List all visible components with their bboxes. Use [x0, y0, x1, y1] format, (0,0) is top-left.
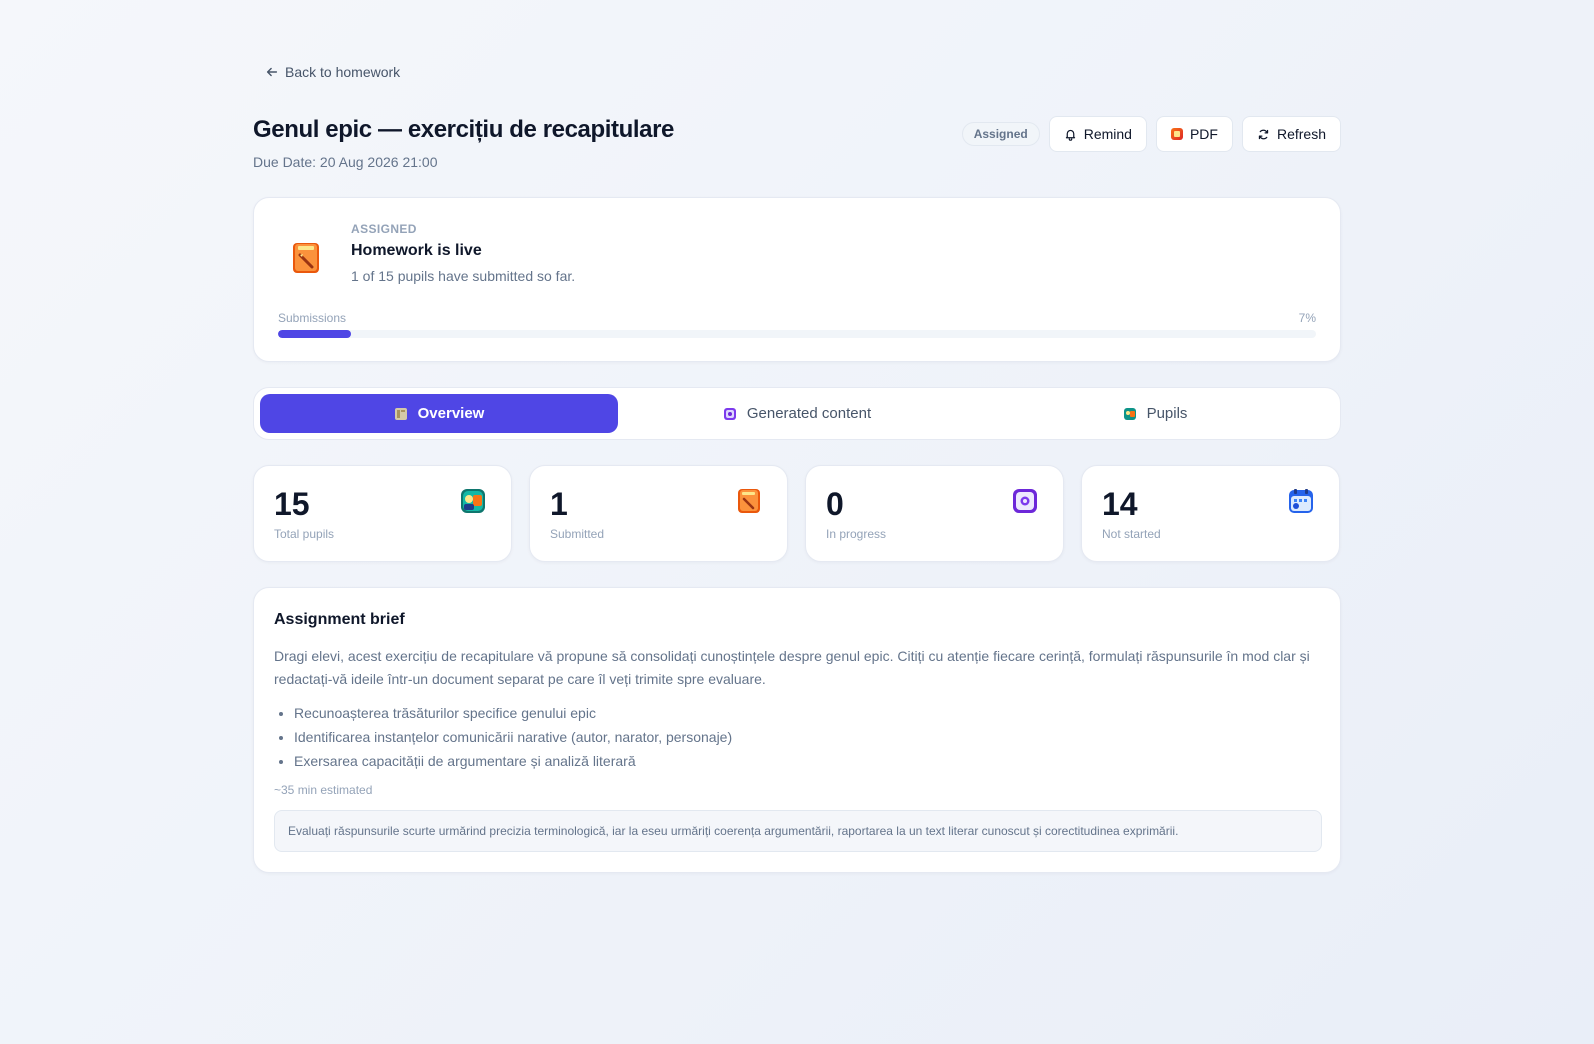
refresh-button[interactable]: Refresh: [1241, 116, 1341, 152]
progress-fill: [278, 330, 351, 338]
page-title: Genul epic — exercițiu de recapitulare: [253, 116, 674, 143]
stat-total-pupils: 15 Total pupils: [253, 465, 512, 562]
tab-overview[interactable]: Overview: [260, 394, 618, 433]
progress-label: Submissions: [278, 311, 347, 325]
assignment-brief-card: Assignment brief Dragi elevi, acest exer…: [253, 587, 1341, 873]
tab-pupils-label: Pupils: [1146, 405, 1188, 422]
in-progress-icon: [1013, 489, 1037, 513]
status-subtext: 1 of 15 pupils have submitted so far.: [351, 268, 576, 284]
stat-label: Submitted: [550, 527, 605, 541]
stat-in-progress: 0 In progress: [805, 465, 1064, 562]
progress-track: [278, 330, 1316, 338]
homework-doc-icon: [293, 243, 319, 273]
pupils-icon: [1123, 407, 1136, 420]
stat-value: 15: [274, 486, 310, 522]
list-item: Identificarea instanțelor comunicării na…: [294, 725, 732, 749]
status-badge: Assigned: [961, 122, 1040, 146]
remind-button[interactable]: Remind: [1048, 116, 1147, 152]
stat-not-started: 14 Not started: [1081, 465, 1340, 562]
sparkle-box-icon: [723, 407, 736, 420]
due-date: Due Date: 20 Aug 2026 21:00: [253, 154, 438, 170]
remind-label: Remind: [1083, 126, 1132, 142]
calendar-icon: [1289, 489, 1313, 513]
status-label: ASSIGNED: [351, 222, 417, 236]
pdf-label: PDF: [1189, 126, 1218, 142]
homework-doc-icon: [738, 489, 760, 513]
tab-generated-content[interactable]: Generated content: [618, 394, 976, 433]
list-item: Recunoașterea trăsăturilor specifice gen…: [294, 701, 732, 725]
header-actions: Assigned Remind PDF Refresh: [961, 116, 1341, 152]
stat-label: Total pupils: [274, 527, 335, 541]
status-card: ASSIGNED Homework is live 1 of 15 pupils…: [253, 197, 1341, 362]
bell-icon: [1065, 129, 1075, 141]
pdf-icon: [1170, 128, 1183, 140]
stat-label: In progress: [826, 527, 887, 541]
stat-value: 0: [826, 486, 844, 522]
stat-value: 1: [550, 486, 568, 522]
pdf-button[interactable]: PDF: [1155, 116, 1233, 152]
pupils-icon: [461, 489, 485, 513]
tab-overview-label: Overview: [417, 405, 485, 422]
time-estimate: ~35 min estimated: [274, 783, 373, 797]
progress-percent: 7%: [1298, 311, 1316, 325]
back-to-homework-link[interactable]: Back to homework: [265, 64, 400, 80]
brief-title: Assignment brief: [274, 611, 405, 628]
arrow-left-icon: [266, 67, 278, 77]
stat-label: Not started: [1102, 527, 1161, 541]
refresh-label: Refresh: [1276, 126, 1326, 142]
stat-value: 14: [1102, 486, 1138, 522]
teacher-note: Evaluați răspunsurile scurte urmărind pr…: [274, 810, 1322, 852]
tab-pupils[interactable]: Pupils: [976, 394, 1334, 433]
brief-objectives: Recunoașterea trăsăturilor specifice gen…: [294, 701, 732, 773]
tab-bar: Overview Generated content Pupils: [253, 387, 1341, 440]
tab-generated-content-label: Generated content: [746, 405, 872, 422]
book-icon: [394, 407, 407, 420]
refresh-icon: [1258, 129, 1269, 139]
status-headline: Homework is live: [351, 242, 482, 259]
list-item: Exersarea capacității de argumentare și …: [294, 749, 732, 773]
back-label: Back to homework: [285, 64, 401, 80]
brief-description: Dragi elevi, acest exercițiu de recapitu…: [274, 648, 1310, 687]
stat-submitted: 1 Submitted: [529, 465, 788, 562]
